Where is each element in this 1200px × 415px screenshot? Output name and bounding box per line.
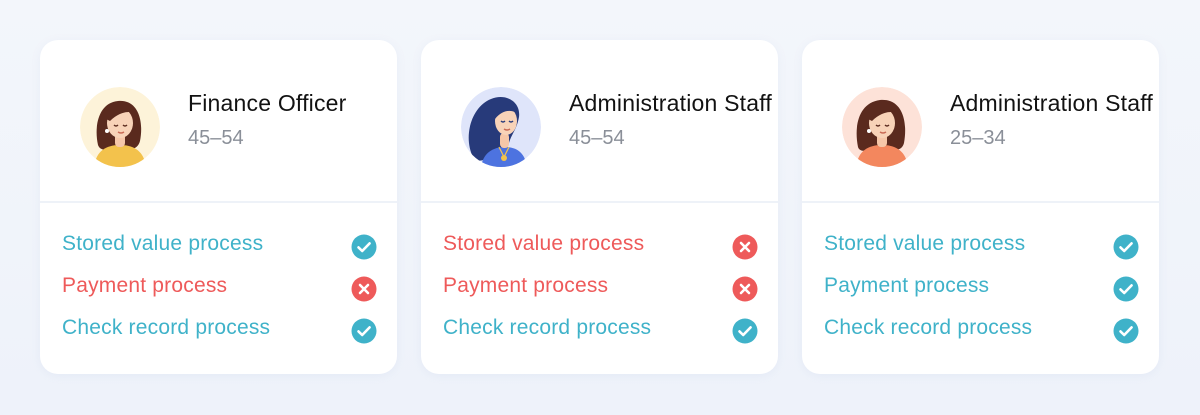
process-list: Stored value process Payment process Che…	[824, 226, 1139, 352]
persona-card-administration-staff-young: Administration Staff 25–34 Stored value …	[802, 40, 1159, 374]
check-circle-icon	[1113, 234, 1139, 260]
process-item-check-record: Check record process	[62, 310, 377, 352]
process-label: Check record process	[443, 316, 652, 339]
process-label: Check record process	[62, 316, 271, 339]
process-item-stored-value: Stored value process	[824, 226, 1139, 268]
woman-avatar-icon	[842, 87, 922, 167]
persona-card-finance-officer: Finance Officer 45–54 Stored value proce…	[40, 40, 397, 374]
persona-info: Finance Officer 45–54	[188, 40, 347, 201]
check-circle-icon	[351, 318, 377, 344]
check-circle-icon	[1113, 276, 1139, 302]
process-label: Payment process	[824, 274, 990, 297]
woman-avatar-icon	[80, 87, 160, 167]
persona-role: Administration Staff	[950, 90, 1154, 116]
process-label: Check record process	[824, 316, 1033, 339]
process-list: Stored value process Payment process Che…	[443, 226, 758, 352]
check-circle-icon	[351, 234, 377, 260]
process-item-payment: Payment process	[443, 268, 758, 310]
process-item-payment: Payment process	[62, 268, 377, 310]
persona-card-header: Administration Staff 25–34	[802, 40, 1159, 203]
persona-card-header: Finance Officer 45–54	[40, 40, 397, 203]
process-label: Payment process	[62, 274, 228, 297]
persona-age: 25–34	[950, 127, 1006, 149]
process-item-stored-value: Stored value process	[443, 226, 758, 268]
woman-avatar-icon	[461, 87, 541, 167]
process-label: Stored value process	[62, 232, 264, 255]
check-circle-icon	[732, 318, 758, 344]
persona-info: Administration Staff 25–34	[950, 40, 1153, 201]
process-item-stored-value: Stored value process	[62, 226, 377, 268]
process-list: Stored value process Payment process Che…	[62, 226, 377, 352]
persona-age: 45–54	[188, 127, 244, 149]
process-label: Stored value process	[824, 232, 1026, 255]
x-circle-icon	[732, 276, 758, 302]
persona-role: Administration Staff	[569, 90, 773, 116]
persona-card-administration-staff: Administration Staff 45–54 Stored value …	[421, 40, 778, 374]
x-circle-icon	[732, 234, 758, 260]
process-item-check-record: Check record process	[443, 310, 758, 352]
check-circle-icon	[1113, 318, 1139, 344]
process-label: Stored value process	[443, 232, 645, 255]
process-label: Payment process	[443, 274, 609, 297]
process-item-check-record: Check record process	[824, 310, 1139, 352]
persona-info: Administration Staff 45–54	[569, 40, 772, 201]
process-item-payment: Payment process	[824, 268, 1139, 310]
persona-age: 45–54	[569, 127, 625, 149]
x-circle-icon	[351, 276, 377, 302]
persona-card-header: Administration Staff 45–54	[421, 40, 778, 203]
persona-role: Finance Officer	[188, 90, 347, 116]
persona-cards: Finance Officer 45–54 Stored value proce…	[40, 40, 1159, 374]
